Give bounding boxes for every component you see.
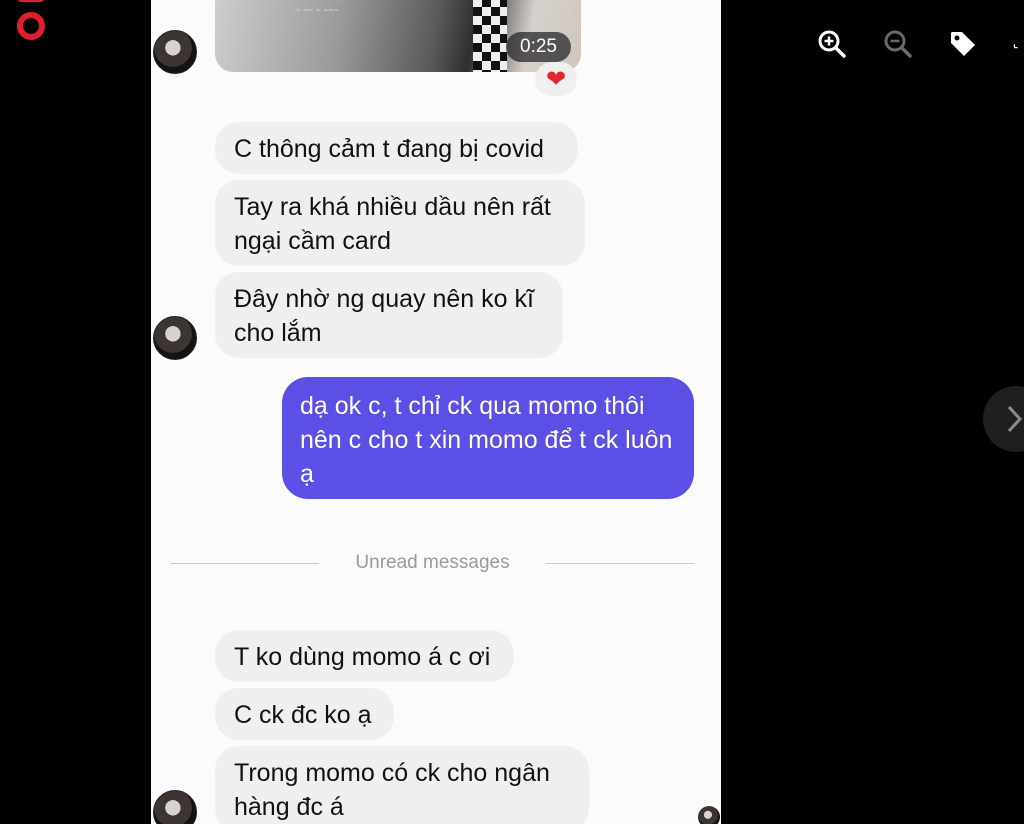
next-image-button[interactable]: [983, 386, 1024, 452]
chevron-right-icon: [1007, 405, 1023, 433]
outgoing-message[interactable]: dạ ok c, t chỉ ck qua momo thôi nên c ch…: [282, 377, 694, 499]
incoming-message[interactable]: C thông cảm t đang bị covid: [215, 122, 578, 174]
video-message[interactable]: ~~ ~ ~~~ ♡ ~ ~~~ ~~ ~ ~~~ 0:25: [215, 0, 581, 72]
incoming-message[interactable]: Tay ra khá nhiều dầu nên rất ngại cầm ca…: [215, 180, 585, 266]
chat-screenshot: ~~ ~ ~~~ ♡ ~ ~~~ ~~ ~ ~~~ 0:25 ❤ C thông…: [151, 0, 721, 824]
incoming-message[interactable]: T ko dùng momo á c ơi: [215, 630, 514, 682]
zoom-out-icon[interactable]: [880, 26, 916, 62]
unread-label: Unread messages: [355, 552, 510, 573]
contact-avatar: [153, 790, 197, 824]
brand-logo-icon: [17, 0, 45, 40]
incoming-message[interactable]: Trong momo có ck cho ngân hàng đc á: [215, 746, 589, 824]
heart-reaction-icon[interactable]: ❤: [535, 62, 577, 96]
read-receipt-avatar: [698, 806, 720, 824]
zoom-in-icon[interactable]: [814, 26, 850, 62]
incoming-message[interactable]: Đây nhờ ng quay nên ko kĩ cho lắm: [215, 272, 563, 358]
contact-avatar: [153, 30, 197, 74]
video-thumbnail-scribbles: ~~ ~ ~~~ ♡ ~ ~~~ ~~ ~ ~~~: [295, 0, 363, 15]
video-thumbnail-pattern: [473, 0, 507, 72]
divider-line: [545, 562, 695, 564]
incoming-message[interactable]: C ck đc ko ạ: [215, 688, 394, 740]
contact-avatar: [153, 316, 197, 360]
tag-icon[interactable]: [945, 26, 981, 62]
unread-divider: Unread messages: [171, 550, 695, 576]
fullscreen-icon[interactable]: [1012, 26, 1024, 62]
video-duration: 0:25: [506, 32, 571, 62]
divider-line: [171, 562, 320, 564]
